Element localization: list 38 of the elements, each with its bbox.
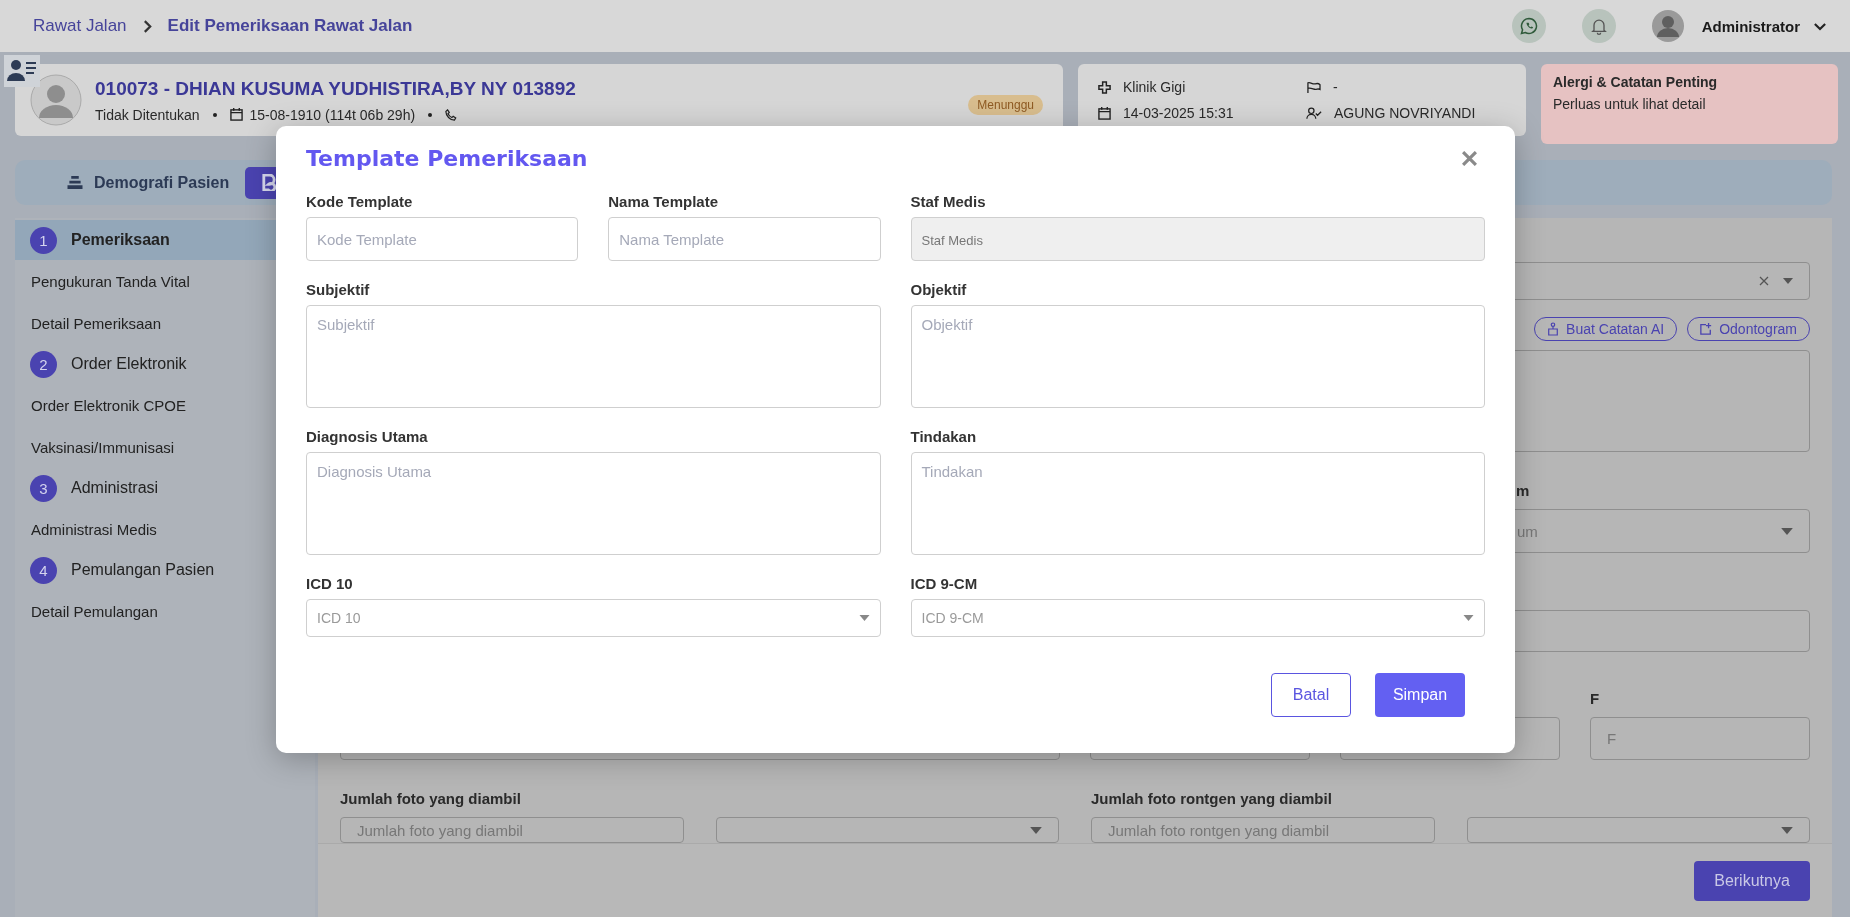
visit-datetime: 14-03-2025 15:31 bbox=[1123, 105, 1234, 121]
field-label: ICD 10 bbox=[306, 575, 354, 592]
text-area[interactable]: Tindakan bbox=[910, 452, 1485, 555]
field-label: Objektif bbox=[910, 281, 968, 298]
doctor-name: AGUNG NOVRIYANDI bbox=[1334, 105, 1476, 121]
clinic-name: Klinik Gigi bbox=[1123, 79, 1186, 95]
field-label: Tindakan bbox=[910, 428, 978, 445]
text-area[interactable]: Subjektif bbox=[306, 305, 881, 408]
field-label: Jumlah foto rontgen yang diambil bbox=[1091, 790, 1333, 807]
text-area[interactable]: Diagnosis Utama bbox=[306, 452, 881, 555]
page-title: Edit Pemeriksaan Rawat Jalan bbox=[167, 16, 413, 36]
field-label: Subjektif bbox=[306, 281, 371, 298]
next-button[interactable]: Berikutnya bbox=[1694, 860, 1810, 901]
field-label: Kode Template bbox=[306, 193, 414, 210]
allergy-hint: Perluas untuk lihat detail bbox=[1553, 96, 1707, 112]
text-area[interactable]: Objektif bbox=[910, 305, 1485, 408]
breadcrumb-link[interactable]: Rawat Jalan bbox=[33, 16, 127, 36]
room-value: - bbox=[1333, 79, 1338, 95]
field-label: ICD 9-CM bbox=[910, 575, 979, 592]
patient-gender: Tidak Ditentukan bbox=[95, 106, 200, 123]
input-field[interactable]: Nama Template bbox=[608, 217, 881, 261]
birth-date: 15-08-1910 (114t 06b 29h) bbox=[249, 106, 416, 123]
field-label: Staf Medis bbox=[910, 193, 987, 210]
tab[interactable]: Demografi Pasien bbox=[50, 166, 246, 199]
modal-title: Template Pemeriksaan bbox=[306, 146, 588, 171]
allergy-card[interactable]: Alergi & Catatan Penting Perluas untuk lihat detail bbox=[1541, 64, 1838, 144]
field-label: Diagnosis Utama bbox=[306, 428, 429, 445]
allergy-title: Alergi & Catatan Penting bbox=[1553, 74, 1719, 90]
cancel-button[interactable]: Batal bbox=[1271, 673, 1351, 717]
status-badge: Menunggu bbox=[968, 95, 1043, 115]
field-label: m bbox=[1516, 482, 1531, 499]
patient-name: 010073 - DHIAN KUSUMA YUDHISTIRA,BY NY 013892 bbox=[95, 77, 576, 100]
user-name[interactable]: Administrator bbox=[1701, 17, 1800, 35]
field-label: F bbox=[1590, 690, 1601, 707]
field-label: Jumlah foto yang diambil bbox=[340, 790, 522, 807]
input-field[interactable]: Kode Template bbox=[306, 217, 579, 261]
save-button[interactable]: Simpan bbox=[1375, 673, 1465, 717]
field-label: Nama Template bbox=[608, 193, 719, 210]
